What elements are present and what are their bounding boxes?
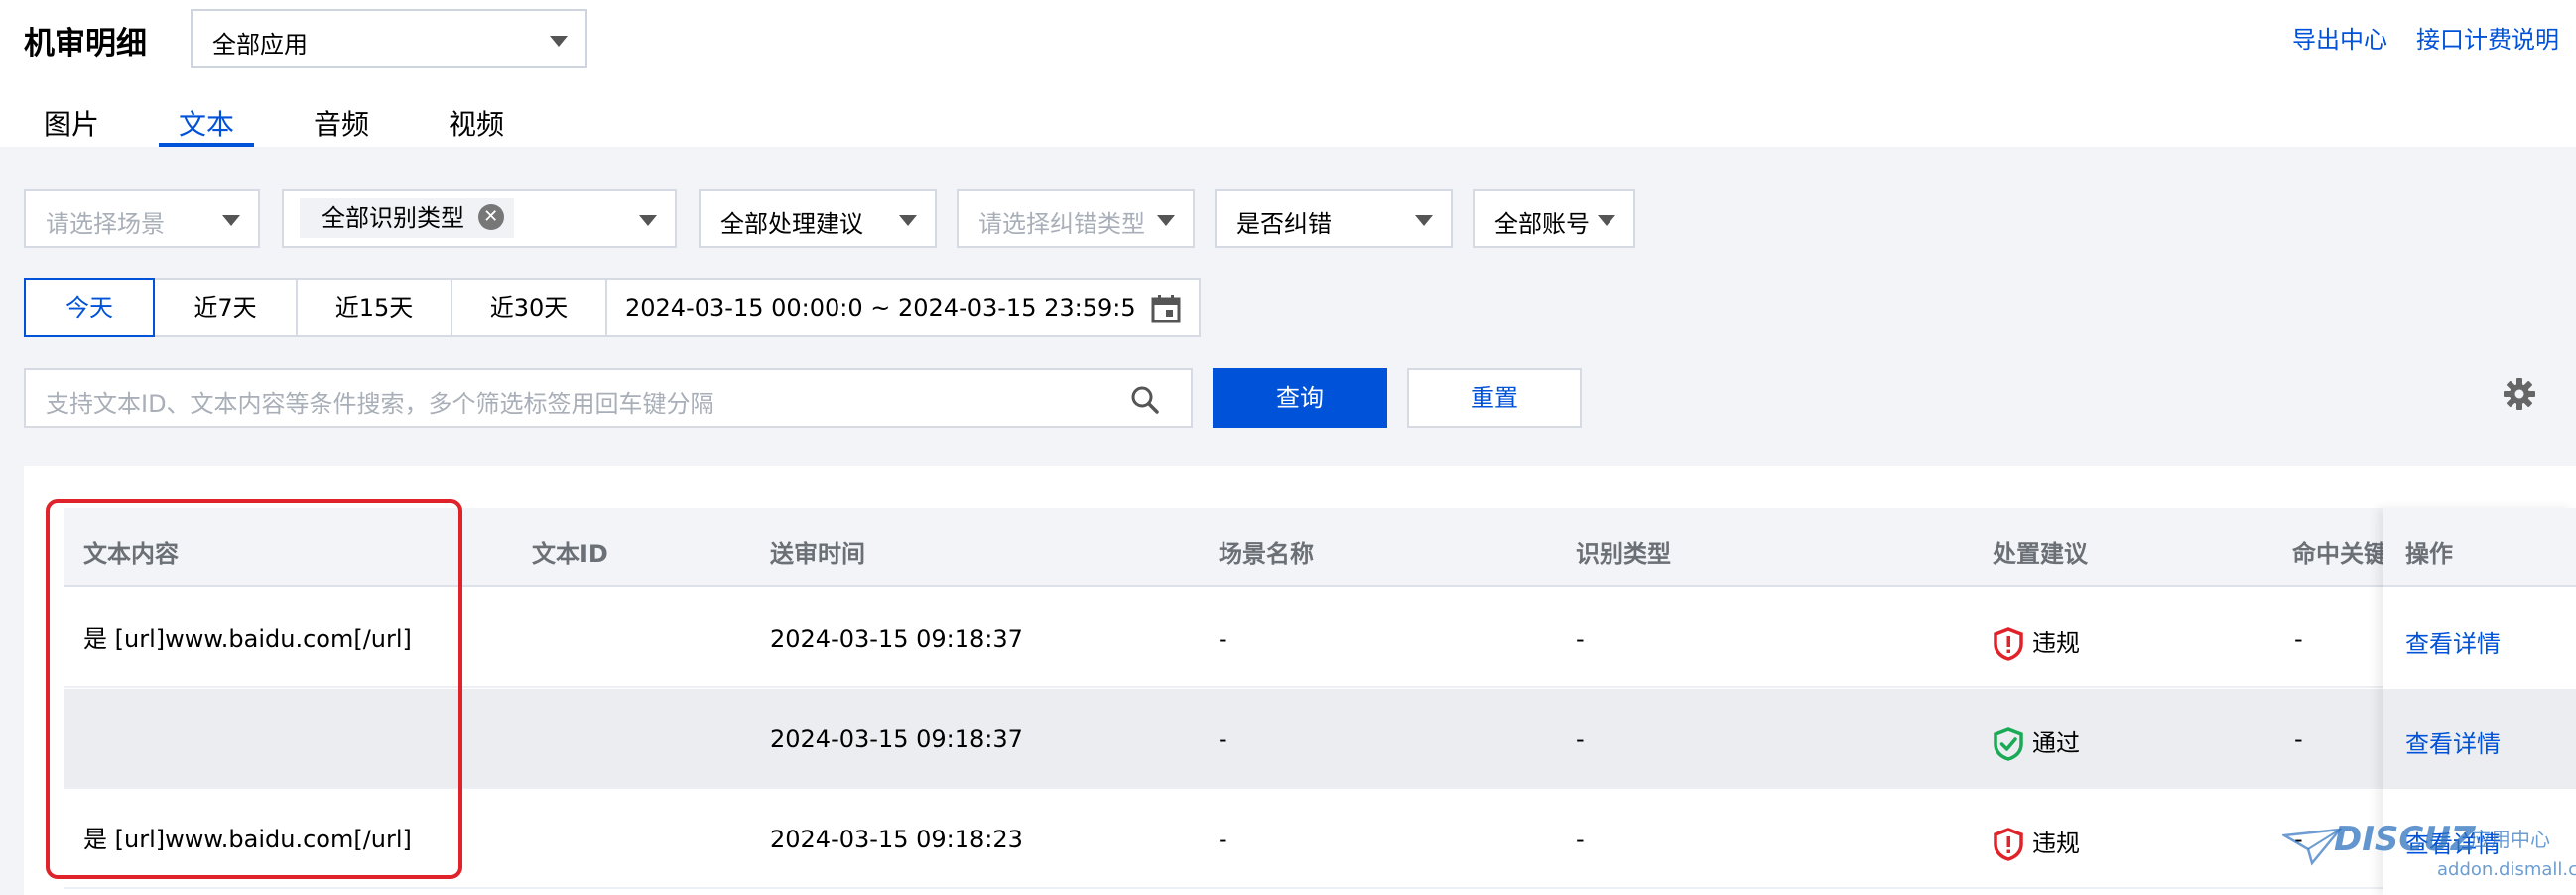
recognition-type-cell: - xyxy=(1576,625,1585,653)
tab-video[interactable]: 视频 xyxy=(449,103,504,143)
active-tab-indicator xyxy=(159,143,254,147)
watermark-subtitle: 应用中心 xyxy=(2471,828,2550,851)
view-details-link[interactable]: 查看详情 xyxy=(2405,624,2501,659)
annotation-highlight-box xyxy=(46,499,462,879)
search-placeholder: 支持文本ID、文本内容等条件搜索，多个筛选标签用回车键分隔 xyxy=(46,390,714,418)
app-select[interactable]: 全部应用 xyxy=(191,9,587,68)
api-billing-link[interactable]: 接口计费说明 xyxy=(2416,20,2559,55)
suggestion-label: 通过 xyxy=(2032,729,2080,757)
tab-audio[interactable]: 音频 xyxy=(314,103,369,143)
watermark-logo: DISCUZ xyxy=(2334,820,2476,859)
scene-name-cell: - xyxy=(1219,725,1227,753)
suggestion-cell: 违规 xyxy=(1993,824,2080,861)
date-range-value: 2024-03-15 00:00:0 ~ 2024-03-15 23:59:5 xyxy=(625,294,1136,321)
query-button[interactable]: 查询 xyxy=(1213,368,1387,428)
scene-select-placeholder: 请选择场景 xyxy=(46,210,165,238)
chevron-down-icon xyxy=(222,215,240,226)
watermark-url: addon.dismall.com xyxy=(2437,859,2576,880)
column-header-scene-name: 场景名称 xyxy=(1219,540,1314,568)
chevron-down-icon xyxy=(1415,215,1433,226)
watermark: DISCUZ 应用中心 addon.dismall.com xyxy=(2282,820,2576,895)
gear-icon[interactable] xyxy=(2503,377,2536,411)
violation-shield-icon xyxy=(1994,828,2023,861)
date-range-picker[interactable]: 2024-03-15 00:00:0 ~ 2024-03-15 23:59:5 xyxy=(605,278,1201,337)
column-header-hit-keyword: 命中关键 xyxy=(2292,540,2387,568)
scene-name-cell: - xyxy=(1219,625,1227,653)
recognition-type-cell: - xyxy=(1576,725,1585,753)
submit-time-cell: 2024-03-15 09:18:23 xyxy=(770,826,1023,853)
recognition-type-tag-label: 全部识别类型 xyxy=(322,204,464,232)
close-icon[interactable]: ✕ xyxy=(477,204,504,230)
range-7-days[interactable]: 近7天 xyxy=(153,278,298,337)
column-header-recognition-type: 识别类型 xyxy=(1576,540,1671,568)
suggestion-cell: 违规 xyxy=(1993,623,2080,661)
search-icon[interactable] xyxy=(1129,384,1161,416)
view-details-link[interactable]: 查看详情 xyxy=(2405,724,2501,759)
column-header-submit-time: 送审时间 xyxy=(770,540,865,568)
recognition-type-tag: 全部识别类型 ✕ xyxy=(300,198,514,238)
suggestion-select-value: 全部处理建议 xyxy=(720,210,863,238)
reset-button[interactable]: 重置 xyxy=(1407,368,1582,428)
scene-name-cell: - xyxy=(1219,826,1227,853)
hit-keyword-cell: - xyxy=(2294,725,2303,753)
tab-text[interactable]: 文本 xyxy=(179,103,234,143)
suggestion-label: 违规 xyxy=(2032,830,2080,857)
is-corrected-select[interactable]: 是否纠错 xyxy=(1215,189,1453,248)
search-input[interactable]: 支持文本ID、文本内容等条件搜索，多个筛选标签用回车键分隔 xyxy=(24,368,1193,428)
correction-type-placeholder: 请选择纠错类型 xyxy=(978,210,1145,238)
correction-type-select[interactable]: 请选择纠错类型 xyxy=(957,189,1195,248)
paper-plane-icon xyxy=(2282,828,2342,866)
column-header-actions: 操作 xyxy=(2405,540,2453,568)
pass-shield-icon xyxy=(1994,727,2023,761)
calendar-icon xyxy=(1151,295,1181,323)
app-select-value: 全部应用 xyxy=(212,31,308,59)
column-header-suggestion: 处置建议 xyxy=(1993,540,2088,568)
submit-time-cell: 2024-03-15 09:18:37 xyxy=(770,625,1023,653)
recognition-type-cell: - xyxy=(1576,826,1585,853)
chevron-down-icon xyxy=(639,215,657,226)
hit-keyword-cell: - xyxy=(2294,625,2303,653)
range-30-days[interactable]: 近30天 xyxy=(451,278,607,337)
suggestion-select[interactable]: 全部处理建议 xyxy=(699,189,937,248)
account-select[interactable]: 全部账号 xyxy=(1473,189,1635,248)
suggestion-label: 违规 xyxy=(2032,629,2080,657)
violation-shield-icon xyxy=(1994,627,2023,661)
export-center-link[interactable]: 导出中心 xyxy=(2292,20,2387,55)
account-select-value: 全部账号 xyxy=(1494,210,1590,238)
suggestion-cell: 通过 xyxy=(1993,723,2080,761)
page-header: 机审明细 全部应用 导出中心 接口计费说明 图片 文本 音频 视频 xyxy=(0,0,2576,147)
tab-image[interactable]: 图片 xyxy=(44,103,99,143)
chevron-down-icon xyxy=(899,215,917,226)
range-15-days[interactable]: 近15天 xyxy=(296,278,452,337)
chevron-down-icon xyxy=(1598,215,1615,226)
submit-time-cell: 2024-03-15 09:18:37 xyxy=(770,725,1023,753)
column-header-text-id: 文本ID xyxy=(532,540,608,568)
chevron-down-icon xyxy=(1157,215,1175,226)
range-today[interactable]: 今天 xyxy=(24,278,155,337)
page-title: 机审明细 xyxy=(24,26,147,62)
recognition-type-select[interactable]: 全部识别类型 ✕ xyxy=(282,189,677,248)
is-corrected-value: 是否纠错 xyxy=(1236,210,1332,238)
scene-select[interactable]: 请选择场景 xyxy=(24,189,260,248)
chevron-down-icon xyxy=(550,36,568,47)
